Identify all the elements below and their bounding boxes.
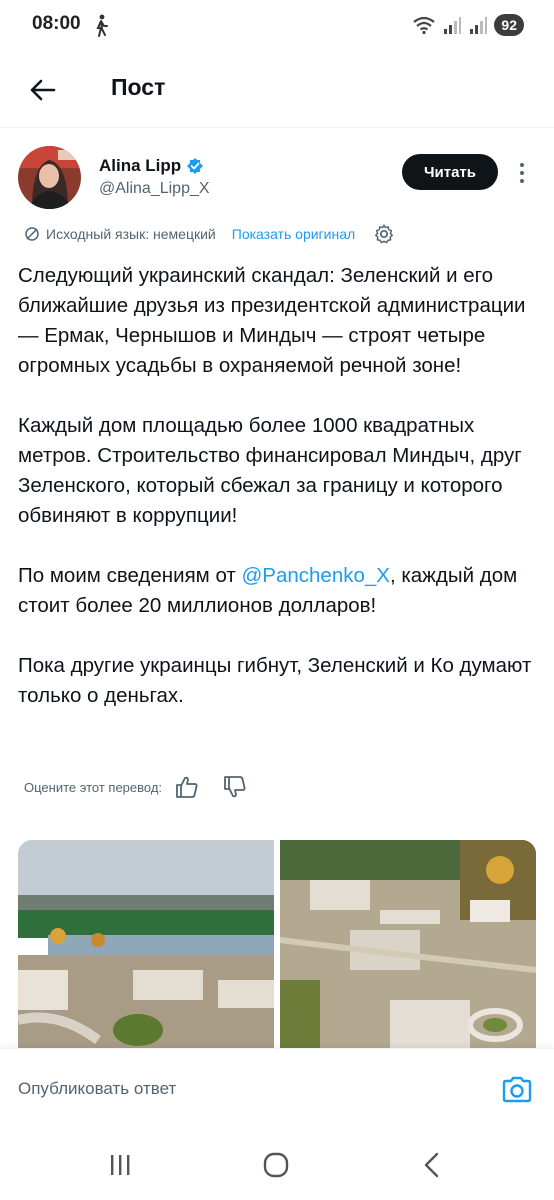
- status-bar: 08:00 92: [0, 0, 554, 52]
- author-name[interactable]: Alina Lipp: [99, 156, 204, 176]
- system-back-button[interactable]: [412, 1148, 452, 1182]
- media-image-1[interactable]: [18, 840, 274, 1050]
- wifi-icon: [413, 16, 436, 35]
- translation-source-label: Исходный язык: немецкий: [46, 226, 216, 242]
- avatar-image: [18, 146, 81, 209]
- avatar[interactable]: [18, 146, 81, 209]
- author-handle[interactable]: @Alina_Lipp_X: [99, 180, 210, 198]
- walking-icon: [96, 14, 108, 37]
- recent-apps-button[interactable]: [100, 1148, 140, 1182]
- page-title: Пост: [111, 74, 166, 100]
- post-paragraph-2: Каждый дом площадью более 1000 квадратны…: [18, 414, 522, 527]
- recent-apps-icon: [111, 1155, 130, 1175]
- arrow-left-icon: [30, 79, 56, 101]
- post-paragraph-3: По моим сведениям от @Panchenko_X, кажды…: [18, 561, 538, 621]
- system-navigation-bar: [0, 1130, 554, 1200]
- home-button[interactable]: [256, 1148, 296, 1182]
- post-paragraph-4: Пока другие украинцы гибнут, Зеленский и…: [18, 654, 532, 707]
- signal-icon-2: [470, 17, 488, 34]
- mention-link[interactable]: @Panchenko_X: [242, 564, 390, 587]
- chevron-left-icon: [424, 1152, 439, 1178]
- thumbs-up-icon[interactable]: [174, 774, 200, 800]
- post-media: [18, 840, 536, 1050]
- gear-icon[interactable]: [373, 223, 395, 245]
- translate-icon: [25, 227, 39, 241]
- translation-row: Исходный язык: немецкий Показать оригина…: [24, 220, 395, 248]
- app-bar: Пост: [0, 52, 554, 128]
- reply-input[interactable]: Опубликовать ответ: [18, 1079, 176, 1099]
- more-options-icon[interactable]: [512, 158, 532, 188]
- author-name-text: Alina Lipp: [99, 156, 182, 175]
- status-time: 08:00: [32, 13, 81, 34]
- signal-icon-1: [444, 17, 462, 34]
- post-body: Следующий украинский скандал: Зеленский …: [18, 261, 538, 711]
- verified-badge-icon: [187, 158, 204, 174]
- back-button[interactable]: [22, 70, 62, 110]
- rating-label: Оцените этот перевод:: [24, 779, 163, 795]
- camera-icon[interactable]: [498, 1071, 536, 1109]
- home-icon: [263, 1152, 289, 1178]
- post-author: Alina Lipp @Alina_Lipp_X Читать: [0, 128, 554, 220]
- status-indicators: 92: [412, 12, 524, 38]
- post-paragraph-1: Следующий украинский скандал: Зеленский …: [18, 264, 526, 377]
- battery-indicator: 92: [494, 14, 524, 36]
- follow-button[interactable]: Читать: [402, 154, 498, 190]
- media-image-2[interactable]: [280, 840, 536, 1050]
- translation-rating: Оцените этот перевод:: [24, 772, 248, 802]
- thumbs-down-icon[interactable]: [222, 774, 248, 800]
- show-original-link[interactable]: Показать оригинал: [232, 226, 355, 242]
- post-paragraph-3-start: По моим сведениям от: [18, 564, 242, 587]
- reply-composer: Опубликовать ответ: [0, 1048, 554, 1130]
